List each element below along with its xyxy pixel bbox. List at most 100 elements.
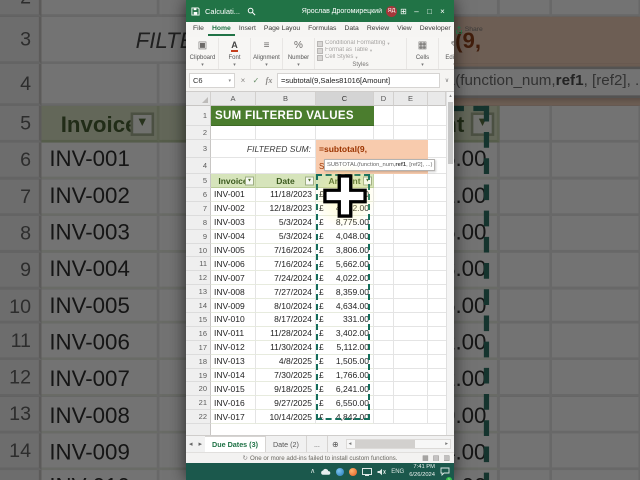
ribbon-group-alignment[interactable]: ≡ Alignment ▾: [251, 38, 283, 69]
ribbon-group-font[interactable]: A Font ▾: [219, 38, 251, 69]
row-header[interactable]: 13: [186, 285, 211, 300]
row-header[interactable]: 9: [186, 229, 211, 244]
date-cell[interactable]: 7/16/2024: [256, 257, 316, 272]
view-normal-icon[interactable]: ▦: [422, 454, 429, 462]
cancel-icon[interactable]: ×: [238, 76, 248, 85]
amount-cell[interactable]: £3,806.00: [316, 243, 374, 258]
row-header[interactable]: 15: [186, 313, 211, 327]
table-header-date[interactable]: Date ▾: [256, 174, 316, 188]
empty-cell[interactable]: [374, 106, 394, 126]
date-cell[interactable]: 5/3/2024: [256, 215, 316, 230]
ribbon-tab-file[interactable]: File: [189, 23, 208, 36]
invoice-cell[interactable]: INV-003: [211, 215, 256, 230]
row-header[interactable]: 16: [186, 326, 211, 341]
invoice-cell[interactable]: INV-004: [211, 229, 256, 244]
date-cell[interactable]: 7/24/2024: [256, 271, 316, 286]
column-header-a[interactable]: A: [211, 92, 256, 106]
amount-cell[interactable]: £4,634.00: [316, 299, 374, 314]
empty-cell[interactable]: [211, 158, 256, 174]
row-header[interactable]: 6: [186, 188, 211, 202]
ribbon-tab-home[interactable]: Home: [207, 23, 235, 36]
empty-cell[interactable]: [394, 229, 428, 244]
empty-cell[interactable]: [374, 410, 394, 425]
date-cell[interactable]: 10/14/2025: [256, 410, 316, 425]
amount-cell[interactable]: £1,766.00: [316, 368, 374, 383]
empty-cell[interactable]: [394, 257, 428, 272]
avatar[interactable]: ЯД: [386, 5, 397, 17]
row-header[interactable]: 18: [186, 354, 211, 369]
vertical-scrollbar[interactable]: ▴: [446, 92, 454, 435]
empty-cell[interactable]: [394, 410, 428, 425]
empty-cell[interactable]: [374, 243, 394, 258]
ribbon-tab-formulas[interactable]: Formulas: [304, 23, 340, 36]
invoice-cell[interactable]: INV-013: [211, 354, 256, 369]
date-cell[interactable]: 7/16/2024: [256, 243, 316, 258]
amount-cell[interactable]: £5,112.00: [316, 340, 374, 355]
enter-icon[interactable]: ✓: [251, 76, 261, 85]
row-header[interactable]: 11: [186, 257, 211, 272]
table-header-amount[interactable]: Amount ▾: [316, 174, 374, 188]
sheet-tab--[interactable]: ...: [307, 436, 328, 452]
empty-cell[interactable]: [394, 201, 428, 216]
row-header[interactable]: 10: [186, 243, 211, 258]
share-button[interactable]: Share: [455, 25, 488, 34]
amount-cell[interactable]: £8,359.00: [316, 285, 374, 300]
empty-cell[interactable]: [374, 368, 394, 383]
row-header[interactable]: 4: [186, 158, 211, 174]
row-header[interactable]: 21: [186, 396, 211, 411]
invoice-cell[interactable]: INV-016: [211, 396, 256, 411]
empty-cell[interactable]: [394, 354, 428, 369]
row-header[interactable]: 17: [186, 340, 211, 355]
empty-cell[interactable]: [394, 215, 428, 230]
date-cell[interactable]: 5/3/2024: [256, 229, 316, 244]
invoice-cell[interactable]: INV-008: [211, 285, 256, 300]
ribbon-button-format-as-table[interactable]: Format as Table ▾: [317, 47, 404, 54]
ribbon-tab-insert[interactable]: Insert: [235, 23, 260, 36]
view-layout-icon[interactable]: ▤: [433, 454, 440, 462]
ribbon-button-conditional-formatting[interactable]: Conditional Formatting ▾: [317, 40, 404, 47]
invoice-cell[interactable]: INV-015: [211, 382, 256, 397]
amount-cell[interactable]: £331.00: [316, 313, 374, 327]
empty-cell[interactable]: [374, 188, 394, 202]
ribbon-tab-developer[interactable]: Developer: [416, 23, 455, 36]
row-header[interactable]: 7: [186, 201, 211, 216]
empty-cell[interactable]: [374, 340, 394, 355]
column-header-c[interactable]: C: [316, 92, 374, 106]
amount-cell[interactable]: £4,152.00: [316, 201, 374, 216]
empty-cell[interactable]: [256, 126, 316, 140]
empty-cell[interactable]: [374, 271, 394, 286]
row-header[interactable]: 3: [186, 140, 211, 158]
empty-cell[interactable]: [394, 285, 428, 300]
invoice-cell[interactable]: INV-017: [211, 410, 256, 425]
empty-cell[interactable]: [211, 126, 256, 140]
empty-cell[interactable]: [394, 326, 428, 341]
select-all-corner[interactable]: [186, 92, 211, 106]
filtered-sum-label[interactable]: FILTERED SUM:: [211, 140, 316, 158]
amount-cell[interactable]: £6,241.00: [316, 382, 374, 397]
empty-cell[interactable]: [374, 257, 394, 272]
empty-cell[interactable]: [374, 396, 394, 411]
row-header[interactable]: 22: [186, 410, 211, 425]
amount-cell[interactable]: £4,842.00: [316, 410, 374, 425]
ribbon-group-editing[interactable]: ✎ Editing ▾: [439, 38, 454, 69]
date-cell[interactable]: 8/10/2024: [256, 299, 316, 314]
invoice-cell[interactable]: INV-014: [211, 368, 256, 383]
date-cell[interactable]: 11/18/2023: [256, 188, 316, 202]
sheet-nav-left-icon[interactable]: ◂: [186, 436, 196, 452]
date-cell[interactable]: 8/17/2024: [256, 313, 316, 327]
maximize-icon[interactable]: □: [423, 7, 436, 16]
save-icon[interactable]: [191, 6, 200, 16]
invoice-cell[interactable]: INV-005: [211, 243, 256, 258]
close-icon[interactable]: ×: [436, 7, 449, 16]
empty-cell[interactable]: [374, 174, 394, 188]
empty-cell[interactable]: [374, 126, 394, 140]
ribbon-tab-data[interactable]: Data: [340, 23, 362, 36]
amount-cell[interactable]: £3,402.00: [316, 326, 374, 341]
clock[interactable]: 7:41 PM 6/26/2024: [409, 464, 435, 478]
ribbon-display-icon[interactable]: ⊞: [397, 7, 410, 16]
onedrive-cloud-icon[interactable]: [320, 468, 331, 476]
minimize-icon[interactable]: –: [410, 7, 423, 16]
empty-cell[interactable]: [394, 368, 428, 383]
date-cell[interactable]: 11/28/2024: [256, 326, 316, 341]
filter-icon[interactable]: ▾: [305, 176, 314, 185]
